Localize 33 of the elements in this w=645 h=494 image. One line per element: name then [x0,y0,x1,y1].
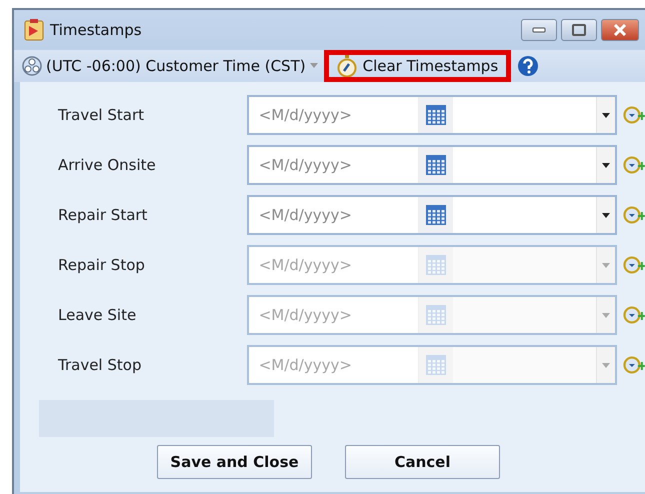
close-button[interactable] [601,19,639,41]
field-label: Leave Site [57,306,138,324]
field-label: Travel Stop [57,356,142,374]
stopwatch-icon [336,55,357,77]
maximize-button[interactable] [561,19,597,41]
date-picker[interactable]: <M/d/yyyy> [246,95,618,135]
calendar-icon[interactable] [424,204,447,226]
date-picker[interactable]: <M/d/yyyy> [246,195,618,235]
clock-add-icon[interactable] [623,105,645,125]
globe-icon[interactable] [22,56,42,76]
save-button[interactable]: Save and Close [157,445,312,479]
maximize-icon [572,24,586,36]
clock-add-icon[interactable] [623,155,645,175]
clear-timestamps-button[interactable]: Clear Timestamps [324,50,512,82]
clock-add-icon[interactable] [623,305,645,325]
calendar-icon[interactable] [424,154,447,176]
clock-add-icon[interactable] [623,255,645,275]
timezone-selector[interactable]: (UTC -06:00) Customer Time (CST) [46,57,306,75]
field-label: Arrive Onsite [57,156,157,174]
date-picker[interactable]: <M/d/yyyy> [246,145,618,185]
window-title: Timestamps [50,21,143,39]
close-icon [613,24,627,36]
clock-add-icon[interactable] [623,205,645,225]
clipboard-icon [24,19,44,41]
minimize-icon [532,27,546,33]
clock-add-icon[interactable] [623,355,645,375]
cancel-button[interactable]: Cancel [345,445,500,479]
calendar-icon[interactable] [424,104,447,126]
minimize-button[interactable] [521,19,557,41]
field-label: Travel Start [57,106,146,124]
field-label: Repair Start [57,206,148,224]
field-label: Repair Stop [57,256,146,274]
help-icon[interactable] [517,55,540,77]
